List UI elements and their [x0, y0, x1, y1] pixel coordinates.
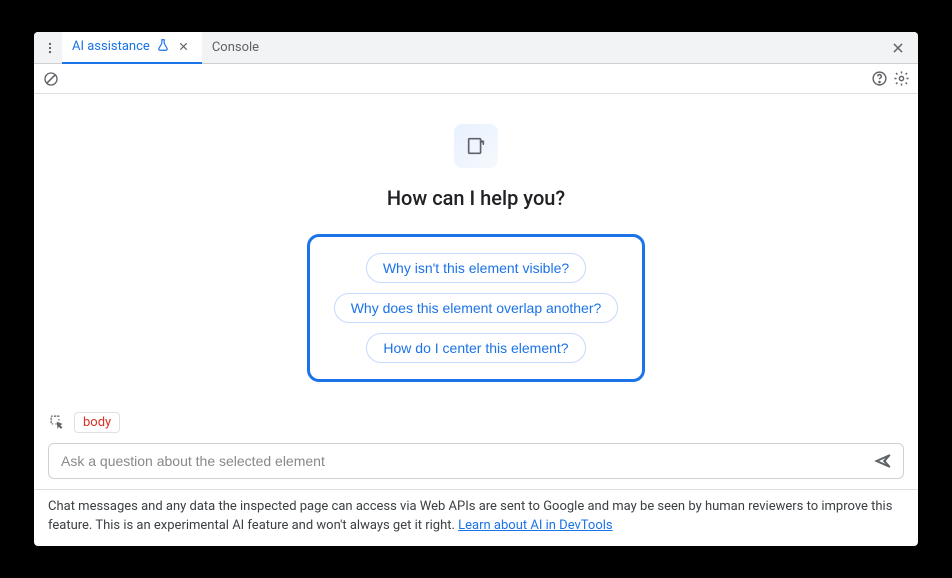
- tab-label: Console: [212, 40, 259, 55]
- send-button[interactable]: [871, 449, 895, 473]
- selected-element-chip[interactable]: body: [74, 412, 120, 433]
- tab-label: AI assistance: [72, 39, 150, 54]
- element-picker-icon[interactable]: [48, 414, 66, 432]
- heading: How can I help you?: [54, 186, 898, 210]
- tab-console[interactable]: Console: [202, 32, 269, 64]
- ai-sparkle-icon: [454, 124, 498, 168]
- more-menu-button[interactable]: [38, 36, 62, 60]
- close-tab-button[interactable]: [176, 39, 192, 55]
- close-panel-button[interactable]: [884, 34, 912, 62]
- main-area: How can I help you? Why isn't this eleme…: [34, 94, 918, 402]
- input-row: [34, 439, 918, 489]
- input-box: [48, 443, 904, 479]
- tab-ai-assistance[interactable]: AI assistance: [62, 32, 202, 64]
- suggestion-chip[interactable]: How do I center this element?: [366, 333, 585, 363]
- suggestion-chip[interactable]: Why does this element overlap another?: [334, 293, 619, 323]
- learn-more-link[interactable]: Learn about AI in DevTools: [458, 518, 612, 533]
- clear-button[interactable]: [40, 68, 62, 90]
- toolbar: [34, 64, 918, 94]
- context-row: body: [34, 402, 918, 439]
- question-input[interactable]: [61, 453, 871, 469]
- disclaimer-footer: Chat messages and any data the inspected…: [34, 489, 918, 546]
- flask-icon: [156, 38, 170, 56]
- settings-button[interactable]: [890, 68, 912, 90]
- help-button[interactable]: [868, 68, 890, 90]
- tab-bar: AI assistance Console: [34, 32, 918, 64]
- devtools-panel: AI assistance Console: [34, 32, 918, 546]
- suggestion-chip[interactable]: Why isn't this element visible?: [366, 253, 586, 283]
- suggestions-box: Why isn't this element visible? Why does…: [307, 234, 646, 382]
